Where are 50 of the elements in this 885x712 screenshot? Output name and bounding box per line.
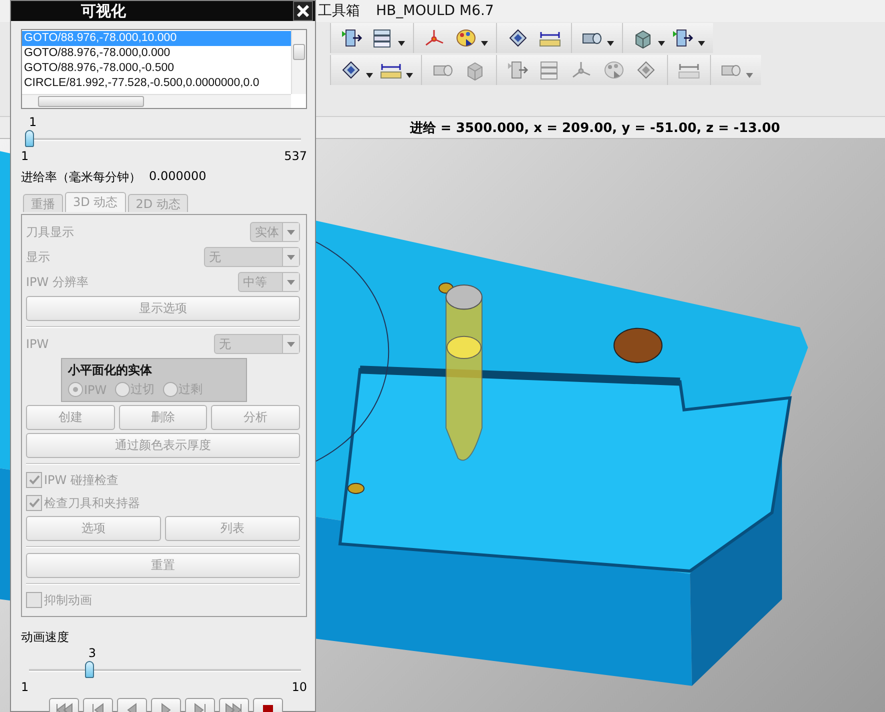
block-arrow-icon xyxy=(506,59,530,81)
path-list[interactable]: GOTO/88.976,-78.000,10.000 GOTO/88.976,-78.000,0.000 GOTO/88.976,-78.000,-0.500 CIRCLE/81.992,-77.528,-0.500,0.0000000,0.0 xyxy=(21,29,307,109)
palette-icon xyxy=(602,59,626,81)
field-label: IPW xyxy=(26,337,49,351)
menu-item[interactable]: HB_MOULD M6.7 xyxy=(376,3,494,19)
field-label: 显示 xyxy=(26,248,50,266)
slider-max: 10 xyxy=(292,680,307,694)
slider-min: 1 xyxy=(21,680,29,694)
checkbox-label: 检查刀具和夹持器 xyxy=(44,494,140,512)
slider-value: 1 xyxy=(28,115,38,129)
vertical-scrollbar[interactable] xyxy=(291,30,306,94)
feed-rate-label: 进给率（毫米每分钟） xyxy=(21,169,141,186)
close-icon xyxy=(297,5,309,17)
slider-max: 537 xyxy=(284,149,307,163)
caret-icon[interactable] xyxy=(406,72,413,78)
group-title: 小平面化的实体 xyxy=(68,362,153,379)
menu-item[interactable]: 工具箱 xyxy=(318,2,360,20)
caret-icon[interactable] xyxy=(698,40,705,46)
slider-thumb[interactable] xyxy=(84,661,94,678)
caret-icon[interactable] xyxy=(398,40,405,46)
slider-thumb[interactable] xyxy=(25,130,34,147)
list-item[interactable]: CIRCLE/81.992,-77.528,-0.500,0.0000000,0.0 xyxy=(22,76,291,91)
palette-icon xyxy=(454,27,478,49)
tab[interactable]: 重播 xyxy=(23,194,63,212)
list-item[interactable]: GOTO/88.976,-78.000,10.000 xyxy=(22,31,291,46)
slider-min: 1 xyxy=(21,149,29,163)
tab[interactable]: 2D 动态 xyxy=(128,194,188,212)
feed-rate-value: 0.000000 xyxy=(149,169,206,185)
check-icon xyxy=(28,475,40,485)
dialog-title: 可视化 xyxy=(81,2,126,20)
close-button[interactable] xyxy=(293,1,313,21)
list-item[interactable]: GOTO/88.976,-78.000,-0.500 xyxy=(22,61,291,76)
caret-icon[interactable] xyxy=(658,40,665,46)
caret-icon[interactable] xyxy=(481,40,488,46)
slider-value: 3 xyxy=(87,646,98,660)
tab[interactable]: 3D 动态 xyxy=(65,192,126,212)
block-arrow-icon xyxy=(671,27,695,49)
field-label: 刀具显示 xyxy=(26,224,74,240)
check-icon xyxy=(28,498,40,508)
status-text: 进给 = 3500.000, x = 209.00, y = -51.00, z = -13.00 xyxy=(410,120,780,136)
field-label: IPW 分辨率 xyxy=(26,274,88,290)
checkbox-label: 抑制动画 xyxy=(44,592,92,608)
slider-track[interactable] xyxy=(29,660,301,680)
block-arrow-icon xyxy=(340,27,364,49)
speed-label: 动画速度 xyxy=(21,629,70,646)
list-item[interactable]: GOTO/88.976,-78.000,0.000 xyxy=(22,46,291,61)
caret-icon[interactable] xyxy=(366,72,373,78)
horizontal-scrollbar[interactable] xyxy=(22,94,291,108)
checkbox-label: IPW 碰撞检查 xyxy=(44,472,118,488)
caret-icon[interactable] xyxy=(607,40,614,46)
